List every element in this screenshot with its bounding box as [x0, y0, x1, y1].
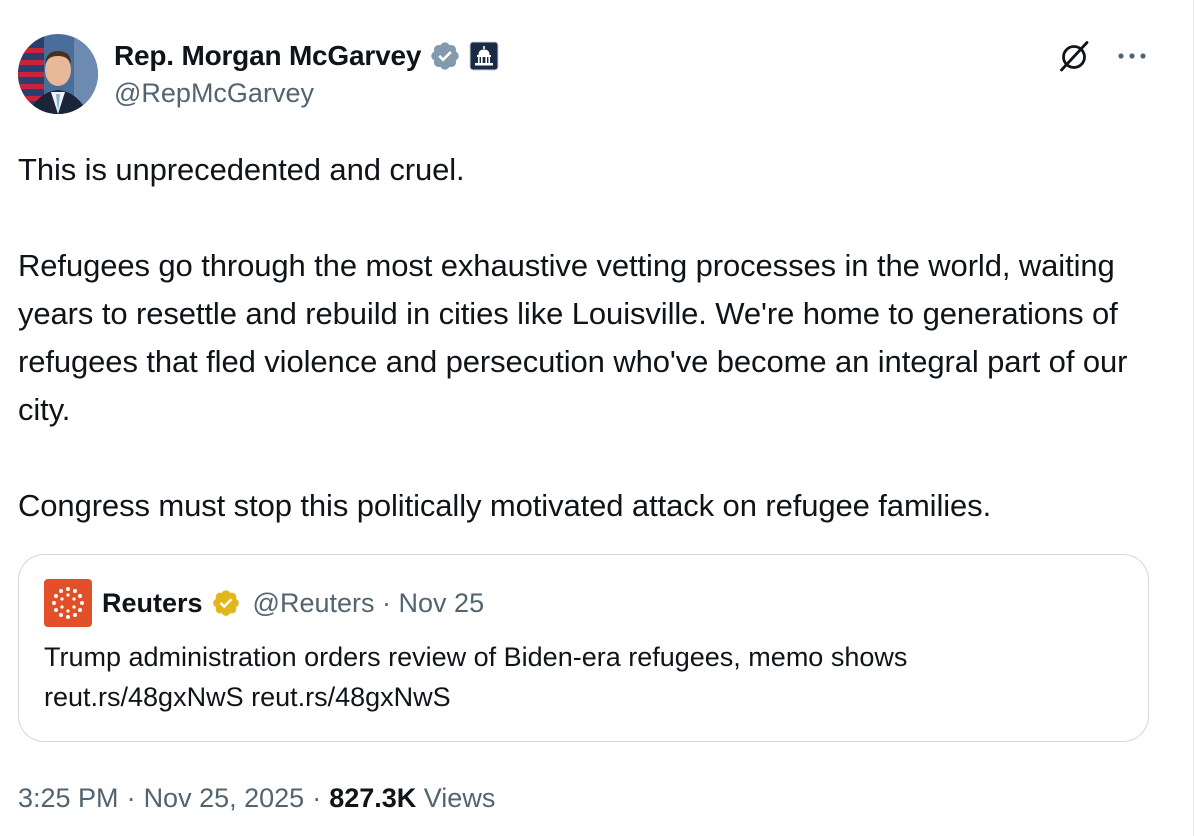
quoted-date[interactable]: Nov 25 [399, 588, 485, 618]
tweet-container: Rep. Morgan McGarvey @RepMcGarvey This i… [0, 0, 1194, 836]
display-name[interactable]: Rep. Morgan McGarvey [114, 40, 421, 72]
quoted-tweet-header: Reuters @Reuters · Nov 25 [44, 579, 484, 627]
views-label: Views [423, 782, 496, 813]
quoted-link-line[interactable]: reut.rs/48gxNwS reut.rs/48gxNwS [44, 677, 1124, 717]
tweet-header: Rep. Morgan McGarvey @RepMcGarvey [18, 34, 1178, 116]
avatar[interactable] [18, 34, 98, 114]
views-count: 827.3K [329, 782, 417, 813]
quoted-tweet-card[interactable]: Reuters @Reuters · Nov 25 Trump administ… [18, 554, 1149, 742]
tweet-paragraph: Refugees go through the most exhaustive … [18, 248, 1128, 427]
quoted-separator: · [382, 587, 392, 618]
reuters-logo-icon [44, 579, 92, 627]
tweet-paragraph: Congress must stop this politically moti… [18, 488, 992, 523]
name-row: Rep. Morgan McGarvey [114, 38, 499, 74]
tweet-footer: 3:25 PM · Nov 25, 2025 · 827.3K Views [18, 778, 495, 818]
tweet-text: This is unprecedented and cruel. Refugee… [18, 146, 1168, 530]
tweet-time[interactable]: 3:25 PM [18, 783, 119, 814]
user-handle[interactable]: @RepMcGarvey [114, 78, 314, 109]
footer-separator: · [312, 782, 322, 813]
verified-badge-icon [429, 40, 461, 72]
capitol-affiliation-icon[interactable] [469, 41, 499, 71]
quoted-tweet-text: Trump administration orders review of Bi… [44, 637, 1124, 717]
gold-verified-badge-icon [211, 588, 241, 618]
quoted-display-name[interactable]: Reuters [102, 588, 203, 619]
tweet-paragraph: This is unprecedented and cruel. [18, 152, 465, 187]
footer-separator: · [126, 782, 136, 813]
quoted-meta: @Reuters · Nov 25 [253, 588, 485, 619]
grok-icon[interactable] [1055, 36, 1095, 76]
tweet-date[interactable]: Nov 25, 2025 [144, 783, 305, 814]
quoted-text-line: Trump administration orders review of Bi… [44, 642, 908, 672]
more-icon[interactable] [1112, 36, 1152, 76]
quoted-handle[interactable]: @Reuters [253, 588, 375, 618]
